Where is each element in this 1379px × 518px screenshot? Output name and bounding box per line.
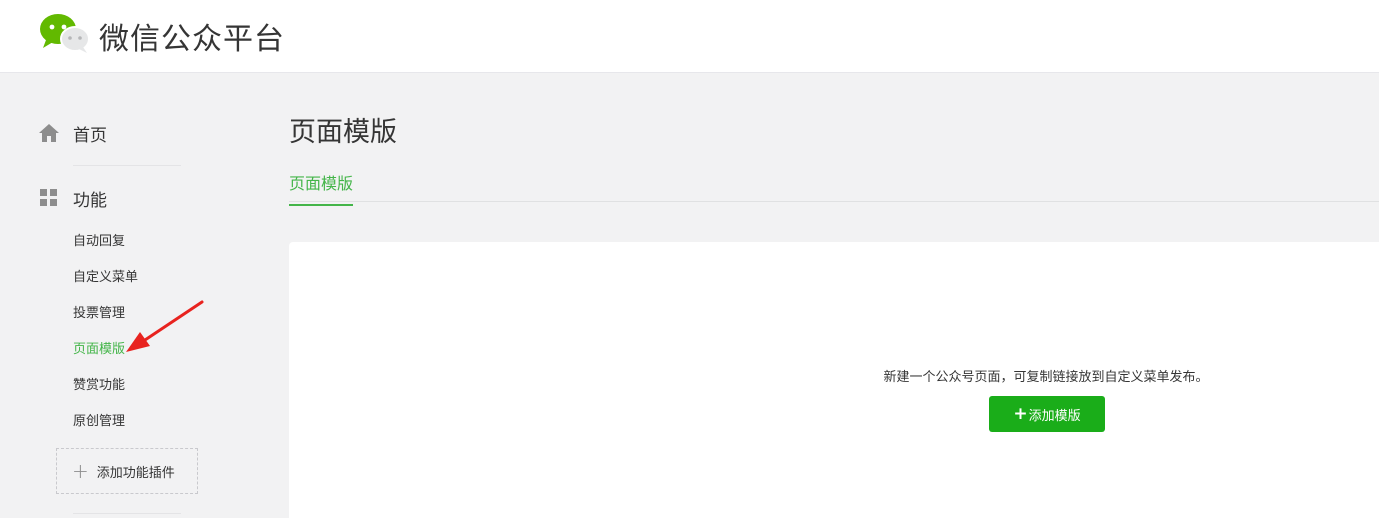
- plus-icon: +: [1013, 403, 1028, 424]
- tab-page-template[interactable]: 页面模版: [289, 170, 354, 206]
- add-template-label: 添加模版: [1028, 408, 1081, 424]
- add-plugin-button[interactable]: + 添加功能插件: [56, 448, 198, 494]
- sidebar-features-label: 功能: [73, 190, 107, 211]
- sidebar-item-custom-menu[interactable]: 自定义菜单: [73, 269, 138, 287]
- sidebar-section-features[interactable]: 功能: [38, 185, 107, 211]
- top-bar: 微信公众平台: [0, 0, 1379, 73]
- sidebar-item-home[interactable]: 首页: [38, 120, 107, 146]
- sidebar-item-auto-reply[interactable]: 自动回复: [73, 233, 125, 251]
- sidebar-item-vote-management[interactable]: 投票管理: [73, 305, 125, 323]
- brand-title: 微信公众平台: [99, 22, 285, 57]
- sidebar-item-reward[interactable]: 赞赏功能: [73, 377, 125, 395]
- wechat-logo-icon: [40, 14, 90, 53]
- tab-bar: 页面模版: [289, 162, 1379, 206]
- sidebar: 首页 功能 自动回复 自定义菜单 投票管理 页面模版 赞赏功能 原创管理 + 添…: [0, 74, 260, 518]
- empty-hint-text: 新建一个公众号页面，可复制链接放到自定义菜单发布。: [883, 370, 1209, 385]
- add-template-button[interactable]: + 添加模版: [989, 396, 1105, 432]
- content-panel: 新建一个公众号页面，可复制链接放到自定义菜单发布。 + 添加模版: [289, 242, 1379, 518]
- sidebar-home-label: 首页: [73, 125, 107, 146]
- main-content: 页面模版 页面模版 新建一个公众号页面，可复制链接放到自定义菜单发布。 + 添加…: [289, 74, 1379, 518]
- add-plugin-label: 添加功能插件: [96, 465, 175, 481]
- plus-icon: +: [72, 459, 89, 483]
- page-title: 页面模版: [289, 117, 397, 148]
- sidebar-divider-bottom: [73, 513, 181, 514]
- sidebar-item-page-template[interactable]: 页面模版: [73, 341, 125, 359]
- sidebar-divider: [73, 165, 181, 166]
- home-icon: [38, 122, 60, 144]
- sidebar-item-original-management[interactable]: 原创管理: [73, 413, 125, 431]
- grid-icon: [38, 187, 60, 209]
